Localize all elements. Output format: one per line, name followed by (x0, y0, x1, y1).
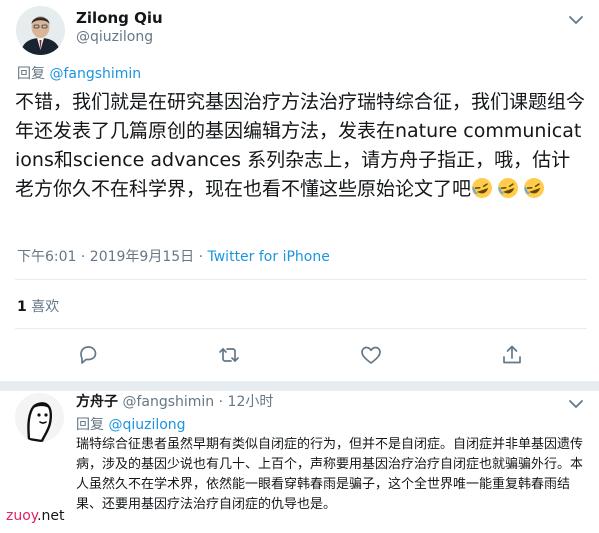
like-count-label: 喜欢 (31, 299, 60, 315)
reply-context: 回复 @fangshimin (17, 63, 141, 83)
meta-separator: · (198, 249, 204, 265)
rofl-emoji (523, 177, 545, 199)
likes-count[interactable]: 1 喜欢 (17, 296, 59, 316)
reply-prefix: 回复 (17, 66, 45, 82)
reply-author-line: 方舟子 @fangshimin · 12小时 (76, 391, 273, 411)
section-separator (0, 381, 599, 391)
tweet-text: 不错，我们就是在研究基因治疗方法治疗瑞特综合征，我们课题组今年还发表了几篇原创的… (15, 88, 585, 204)
reply-author-handle[interactable]: @fangshimin (122, 394, 214, 410)
reply-context: 回复 @qiuzilong (76, 414, 186, 434)
reply-timestamp[interactable]: 12小时 (228, 394, 274, 410)
reply-icon[interactable] (76, 343, 100, 367)
tweet-meta: 下午6:01 · 2019年9月15日 · Twitter for iPhone (17, 246, 330, 266)
reply-prefix: 回复 (76, 417, 104, 433)
divider (15, 328, 587, 329)
watermark-part1: zuoy (6, 508, 38, 524)
retweet-icon[interactable] (217, 343, 241, 367)
watermark-part2: .net (37, 508, 65, 524)
avatar-image (16, 6, 65, 55)
author-handle[interactable]: @qiuzilong (76, 29, 153, 45)
tweet-timestamp[interactable]: 下午6:01 · 2019年9月15日 (17, 249, 194, 265)
reply-mention-link[interactable]: @qiuzilong (108, 417, 185, 433)
author-avatar[interactable] (16, 6, 65, 55)
share-icon[interactable] (500, 343, 524, 367)
watermark: zuoy.net (6, 508, 65, 524)
reply-text: 瑞特综合征患者虽然早期有类似自闭症的行为，但并不是自闭症。自闭症并非单基因遗传病… (76, 437, 584, 512)
chevron-down-icon[interactable] (566, 12, 586, 26)
reply-mention-link[interactable]: @fangshimin (49, 66, 141, 82)
reply-author-name[interactable]: 方舟子 (76, 394, 118, 410)
author-name[interactable]: Zilong Qiu (76, 9, 163, 27)
reply-author-avatar[interactable] (15, 393, 64, 442)
rofl-emoji (471, 177, 493, 199)
tweet-source-link[interactable]: Twitter for iPhone (208, 249, 330, 265)
meta-separator: · (218, 394, 224, 410)
avatar-image (15, 393, 64, 442)
rofl-emoji (497, 177, 519, 199)
like-count-value: 1 (17, 299, 27, 315)
divider (15, 279, 587, 280)
chevron-down-icon[interactable] (566, 396, 586, 410)
like-icon[interactable] (359, 343, 383, 367)
